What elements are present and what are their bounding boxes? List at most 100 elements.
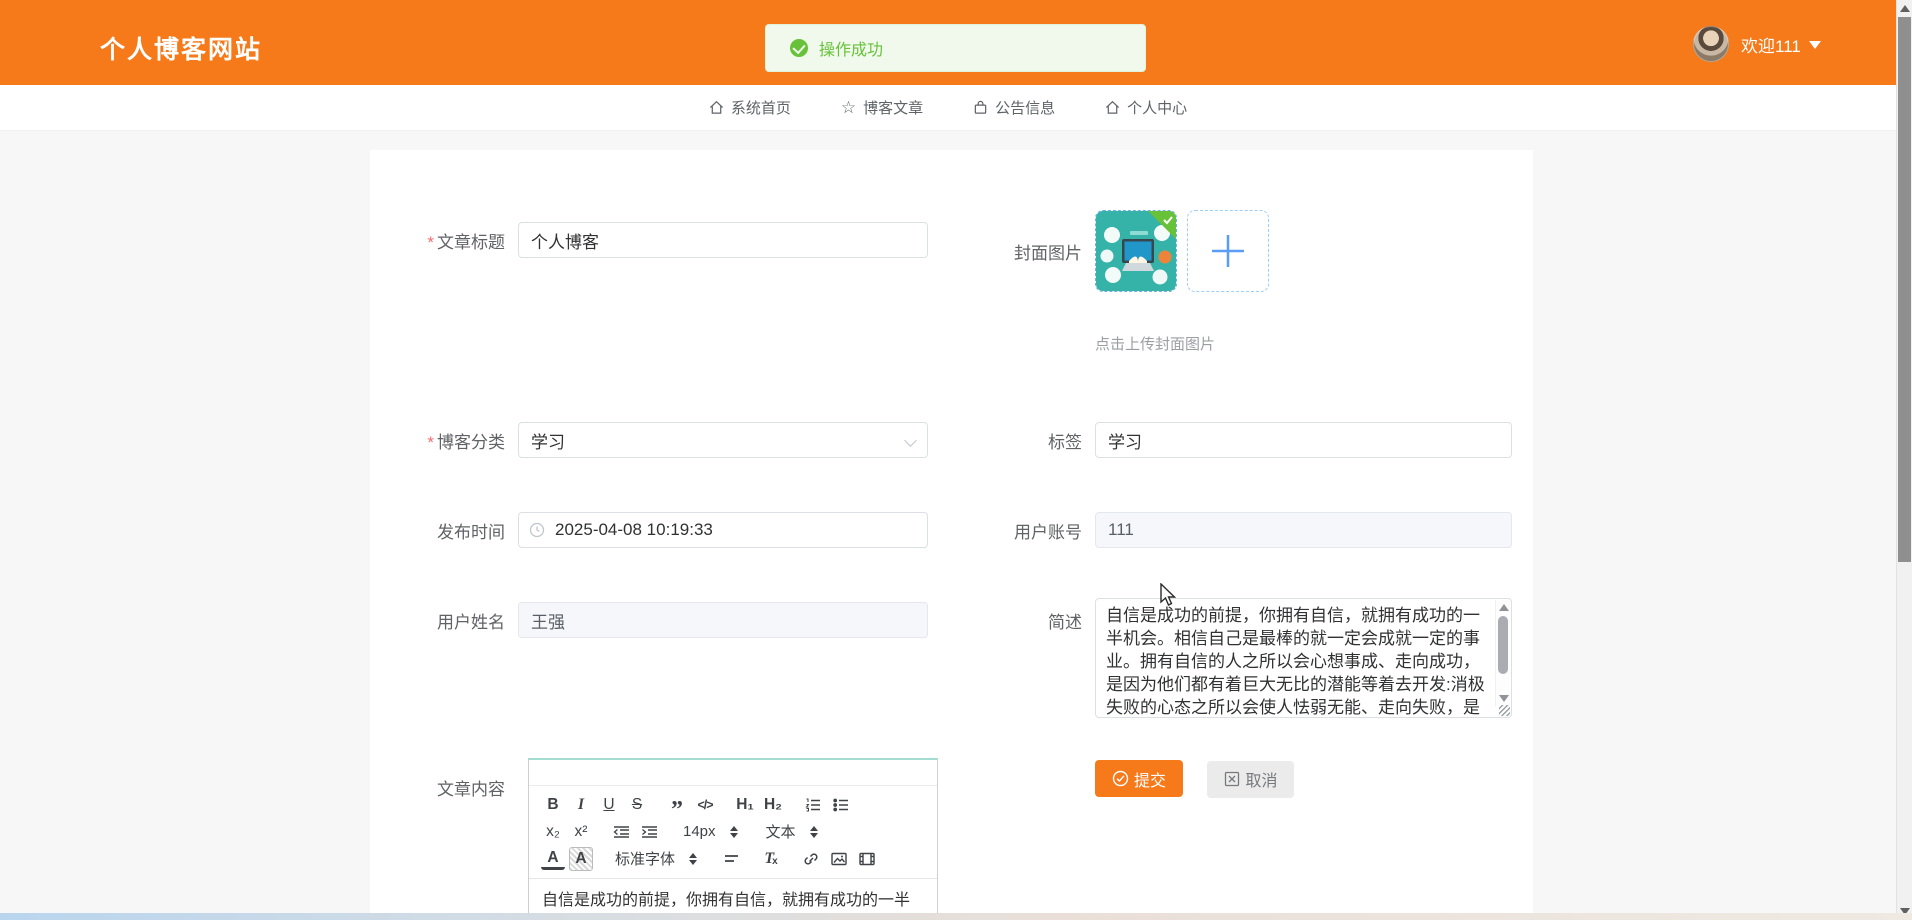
plus-icon xyxy=(1212,235,1244,267)
user-menu[interactable]: 欢迎111 xyxy=(1693,26,1821,62)
resize-handle[interactable] xyxy=(1499,705,1510,716)
username-input xyxy=(518,602,928,638)
caret-down-icon[interactable] xyxy=(1808,41,1821,49)
bullet-list-icon[interactable] xyxy=(829,793,853,817)
submit-label: 提交 xyxy=(1134,772,1167,790)
editor-top-area xyxy=(529,760,937,786)
field-account: 用户账号 xyxy=(925,512,1512,548)
content-label: 文章内容 xyxy=(437,780,505,799)
superscript-button[interactable]: x² xyxy=(569,820,593,844)
italic-button[interactable]: I xyxy=(569,793,593,817)
text-type-select[interactable]: 文本 xyxy=(760,821,824,842)
cover-thumbnail[interactable] xyxy=(1095,210,1177,292)
text-color-button[interactable]: A xyxy=(541,849,565,870)
field-tag: 标签 xyxy=(925,422,1512,458)
field-category: * 博客分类 xyxy=(370,422,928,458)
main-nav: 系统首页 ☆ 博客文章 公告信息 个人中心 xyxy=(0,85,1896,131)
indent-icon[interactable] xyxy=(637,820,661,844)
publish-time-picker[interactable] xyxy=(518,512,928,548)
updown-caret-icon xyxy=(689,852,698,865)
publish-time-label: 发布时间 xyxy=(437,522,505,542)
code-button[interactable]: </> xyxy=(693,793,717,817)
heading2-button[interactable]: H₂ xyxy=(761,793,785,817)
cancel-label: 取消 xyxy=(1245,773,1278,790)
category-select-input[interactable] xyxy=(518,422,928,458)
summary-label: 简述 xyxy=(1048,613,1082,632)
scroll-up-icon[interactable] xyxy=(1499,604,1509,611)
blog-admin-screen: 个人博客网站 操作成功 欢迎111 系统首页 ☆ 博客文章 公告信息 个人中心 xyxy=(0,0,1912,920)
clear-format-button[interactable]: Tx xyxy=(759,847,783,871)
form-actions: 提交 取消 xyxy=(1095,760,1295,798)
field-cover-image: 封面图片 xyxy=(925,210,1269,292)
nav-item-profile[interactable]: 个人中心 xyxy=(1105,97,1187,118)
nav-label: 个人中心 xyxy=(1127,100,1188,117)
submit-button[interactable]: 提交 xyxy=(1095,760,1184,797)
image-icon[interactable] xyxy=(827,847,851,871)
article-form-card: *文章标题 封面图片 xyxy=(370,150,1533,920)
textarea-scrollbar[interactable] xyxy=(1495,600,1510,706)
rich-text-editor[interactable]: B I U S ” </> H₁ H₂ x₂ x² 14px 文本 A A 标准… xyxy=(528,758,938,920)
nav-item-home[interactable]: 系统首页 xyxy=(709,97,791,118)
avatar[interactable] xyxy=(1693,26,1729,62)
article-title-input[interactable] xyxy=(518,222,928,258)
updown-caret-icon xyxy=(729,825,738,838)
house-icon xyxy=(1106,100,1120,114)
scrollbar-thumb[interactable] xyxy=(1498,616,1508,674)
nav-item-articles[interactable]: ☆ 博客文章 xyxy=(841,97,923,118)
username-label: 用户姓名 xyxy=(437,612,505,632)
blockquote-button[interactable]: ” xyxy=(665,793,689,822)
success-toast: 操作成功 xyxy=(765,24,1146,72)
ordered-list-icon[interactable] xyxy=(801,793,825,817)
text-type-value: 文本 xyxy=(765,824,796,841)
category-label: * 博客分类 xyxy=(427,432,505,452)
font-family-select[interactable]: 标准字体 xyxy=(609,848,703,869)
font-family-value: 标准字体 xyxy=(615,851,676,868)
video-icon[interactable] xyxy=(855,847,879,871)
upload-hint-text: 点击上传封面图片 xyxy=(1095,336,1216,353)
field-username: 用户姓名 xyxy=(370,602,928,638)
updown-caret-icon xyxy=(809,825,818,838)
star-icon: ☆ xyxy=(840,98,857,117)
tag-input[interactable] xyxy=(1095,422,1512,458)
check-circle-icon xyxy=(1112,770,1129,787)
outdent-icon[interactable] xyxy=(609,820,633,844)
bottom-edge-strip xyxy=(0,913,1912,920)
cover-label: 封面图片 xyxy=(1014,243,1082,263)
page-scrollbar[interactable] xyxy=(1896,0,1912,920)
editor-toolbar: B I U S ” </> H₁ H₂ x₂ x² 14px 文本 A A 标准… xyxy=(529,786,937,878)
strikethrough-button[interactable]: S xyxy=(625,793,649,817)
field-publish-time: 发布时间 xyxy=(370,512,928,548)
scrollbar-thumb[interactable] xyxy=(1898,17,1911,562)
close-square-icon xyxy=(1225,771,1240,787)
category-select[interactable] xyxy=(518,422,928,458)
scroll-down-icon[interactable] xyxy=(1499,695,1509,702)
check-circle-icon xyxy=(790,39,808,57)
tag-label: 标签 xyxy=(1048,432,1082,452)
upload-cover-button[interactable] xyxy=(1187,210,1269,292)
nav-item-announcements[interactable]: 公告信息 xyxy=(973,97,1055,118)
summary-textarea[interactable]: 自信是成功的前提，你拥有自信，就拥有成功的一半机会。相信自己是最棒的就一定会成就… xyxy=(1095,598,1512,718)
bold-button[interactable]: B xyxy=(541,793,565,817)
home-icon xyxy=(709,100,723,114)
required-asterisk: * xyxy=(427,432,434,452)
field-summary: 简述 自信是成功的前提，你拥有自信，就拥有成功的一半机会。相信自己是最棒的就一定… xyxy=(925,598,1512,718)
article-title-label: * 文章标题 xyxy=(427,232,505,252)
subscript-button[interactable]: x₂ xyxy=(541,820,565,844)
link-icon[interactable] xyxy=(799,847,823,871)
underline-button[interactable]: U xyxy=(597,793,621,817)
nav-label: 博客文章 xyxy=(863,100,924,117)
nav-label: 公告信息 xyxy=(995,100,1056,117)
toast-message: 操作成功 xyxy=(819,42,884,59)
bag-icon xyxy=(974,100,987,114)
clock-icon xyxy=(529,522,545,538)
publish-time-input[interactable] xyxy=(518,512,928,548)
scroll-up-icon[interactable] xyxy=(1900,5,1910,12)
align-icon[interactable] xyxy=(719,847,743,871)
required-asterisk: * xyxy=(427,232,434,252)
font-size-select[interactable]: 14px xyxy=(677,823,744,840)
heading1-button[interactable]: H₁ xyxy=(733,793,757,817)
welcome-label: 欢迎111 xyxy=(1741,36,1801,56)
highlight-color-button[interactable]: A xyxy=(569,846,593,871)
cancel-button[interactable]: 取消 xyxy=(1207,760,1295,798)
nav-label: 系统首页 xyxy=(730,100,791,117)
